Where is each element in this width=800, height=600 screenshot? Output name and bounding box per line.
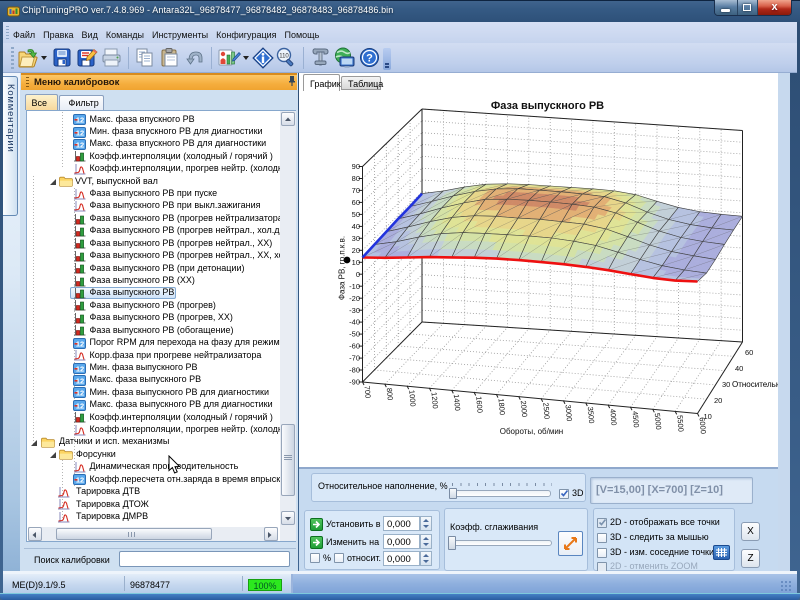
svg-text:70: 70: [352, 186, 360, 195]
svg-text:1600: 1600: [474, 396, 484, 413]
svg-text:Фаза РВ, гр.п.к.в.: Фаза РВ, гр.п.к.в.: [338, 236, 347, 300]
svg-text:10: 10: [704, 412, 712, 421]
svg-text:60: 60: [352, 198, 360, 207]
svg-text:800: 800: [385, 387, 395, 400]
svg-text:-10: -10: [349, 282, 360, 291]
svg-text:0: 0: [356, 270, 360, 279]
svg-text:30: 30: [352, 234, 360, 243]
svg-text:-60: -60: [349, 342, 360, 351]
svg-text:Обороты, об/мин: Обороты, об/мин: [500, 427, 563, 436]
svg-text:40: 40: [352, 222, 360, 231]
svg-text:20: 20: [352, 246, 360, 255]
svg-text:20: 20: [714, 396, 722, 405]
svg-text:700: 700: [363, 385, 373, 398]
svg-text:-30: -30: [349, 306, 360, 315]
svg-text:50: 50: [352, 210, 360, 219]
svg-text:80: 80: [352, 174, 360, 183]
svg-text:?: ?: [366, 53, 373, 65]
svg-text:1200: 1200: [430, 392, 440, 409]
svg-text:2500: 2500: [541, 402, 551, 419]
svg-text:60: 60: [745, 348, 753, 357]
svg-text:-90: -90: [349, 378, 360, 387]
svg-text:-80: -80: [349, 366, 360, 375]
svg-text:2000: 2000: [519, 400, 529, 417]
svg-text:1000: 1000: [407, 390, 417, 407]
svg-text:40: 40: [735, 364, 743, 373]
svg-text:-50: -50: [349, 330, 360, 339]
svg-text:5000: 5000: [653, 413, 663, 430]
svg-text:90: 90: [352, 162, 360, 171]
svg-text:4500: 4500: [631, 411, 641, 428]
svg-text:110: 110: [279, 54, 289, 60]
svg-text:30: 30: [722, 380, 730, 389]
svg-text:3000: 3000: [564, 404, 574, 421]
svg-text:4000: 4000: [608, 408, 618, 425]
svg-text:1400: 1400: [452, 394, 462, 411]
svg-text:-20: -20: [349, 294, 360, 303]
svg-text:-40: -40: [349, 318, 360, 327]
svg-text:1800: 1800: [497, 398, 507, 415]
svg-text:3500: 3500: [586, 406, 596, 423]
svg-text:5500: 5500: [675, 415, 685, 432]
svg-text:-70: -70: [349, 354, 360, 363]
svg-text:Фаза выпускного РВ: Фаза выпускного РВ: [491, 100, 604, 112]
svg-text:10: 10: [352, 258, 360, 267]
